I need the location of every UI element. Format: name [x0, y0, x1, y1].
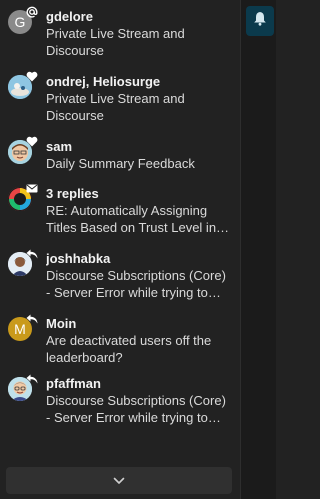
notification-user: sam	[46, 139, 73, 154]
notification-user: Moin	[46, 316, 77, 331]
bell-icon	[253, 11, 267, 31]
notification-user: 3 replies	[46, 186, 99, 201]
heart-icon	[25, 135, 38, 148]
notification-text: Private Live Stream and Discourse	[46, 91, 185, 123]
notification-item[interactable]: 3 replies RE: Automatically Assigning Ti…	[0, 182, 240, 245]
notification-item[interactable]: G gdelore Private Live Stream and Discou…	[0, 5, 240, 68]
notification-text: RE: Automatically Assigning Titles Based…	[46, 203, 230, 235]
notification-item[interactable]: M Moin Are deactivated users off the lea…	[0, 312, 240, 375]
avatar-letter: G	[14, 14, 26, 30]
notifications-button[interactable]	[246, 6, 274, 36]
notification-user: ondrej, Heliosurge	[46, 74, 161, 89]
notification-item[interactable]: joshhabka Discourse Subscriptions (Core)…	[0, 247, 240, 310]
notification-text: Daily Summary Feedback	[46, 156, 195, 171]
notification-text: Are deactivated users off the leaderboar…	[46, 333, 212, 365]
chevron-down-icon	[113, 472, 125, 490]
envelope-icon	[25, 182, 38, 195]
reply-icon	[25, 247, 38, 260]
at-icon	[25, 5, 38, 18]
reply-icon	[25, 312, 38, 325]
notification-text: Private Live Stream and Discourse	[46, 26, 185, 58]
reply-icon	[25, 372, 38, 385]
notification-user: pfaffman	[46, 376, 101, 391]
notification-text: Discourse Subscriptions (Core) - Server …	[46, 393, 226, 425]
notification-user: gdelore	[46, 9, 93, 24]
notifications-panel: G gdelore Private Live Stream and Discou…	[0, 0, 240, 499]
header-icon-rail	[240, 0, 276, 499]
notification-text: Discourse Subscriptions (Core) - Server …	[46, 268, 226, 300]
show-more-button[interactable]	[6, 467, 232, 494]
notification-user: joshhabka	[46, 251, 111, 266]
notification-item[interactable]: pfaffman Discourse Subscriptions (Core) …	[0, 372, 240, 435]
notification-item[interactable]: ondrej, Heliosurge Private Live Stream a…	[0, 70, 240, 133]
heart-icon	[25, 70, 38, 83]
